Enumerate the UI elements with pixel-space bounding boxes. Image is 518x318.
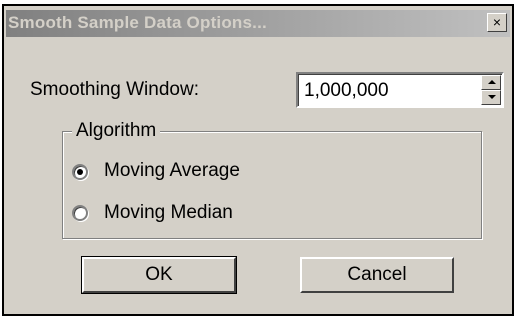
spin-up-button[interactable] [481, 75, 501, 90]
smoothing-window-input[interactable]: 1,000,000 [304, 80, 389, 102]
close-icon: × [492, 14, 502, 30]
algorithm-group-label: Algorithm [72, 120, 161, 142]
dialog-title: Smooth Sample Data Options... [8, 13, 267, 32]
radio-moving-median[interactable] [72, 205, 88, 221]
radio-label-moving-median[interactable]: Moving Median [104, 202, 233, 224]
spin-down-icon [488, 95, 496, 99]
radio-selected-dot [77, 169, 83, 175]
radio-moving-average[interactable] [72, 164, 88, 180]
close-button[interactable]: × [487, 13, 507, 32]
spin-up-icon [488, 80, 496, 84]
cancel-button[interactable]: Cancel [300, 257, 454, 293]
radio-label-moving-average[interactable]: Moving Average [104, 160, 240, 182]
smoothing-window-spinner[interactable]: 1,000,000 [296, 72, 504, 108]
smoothing-window-label: Smoothing Window: [30, 79, 199, 100]
spin-down-button[interactable] [481, 90, 501, 105]
ok-button[interactable]: OK [81, 256, 237, 294]
title-bar[interactable]: Smooth Sample Data Options... × [6, 10, 510, 37]
spin-buttons [481, 75, 501, 105]
